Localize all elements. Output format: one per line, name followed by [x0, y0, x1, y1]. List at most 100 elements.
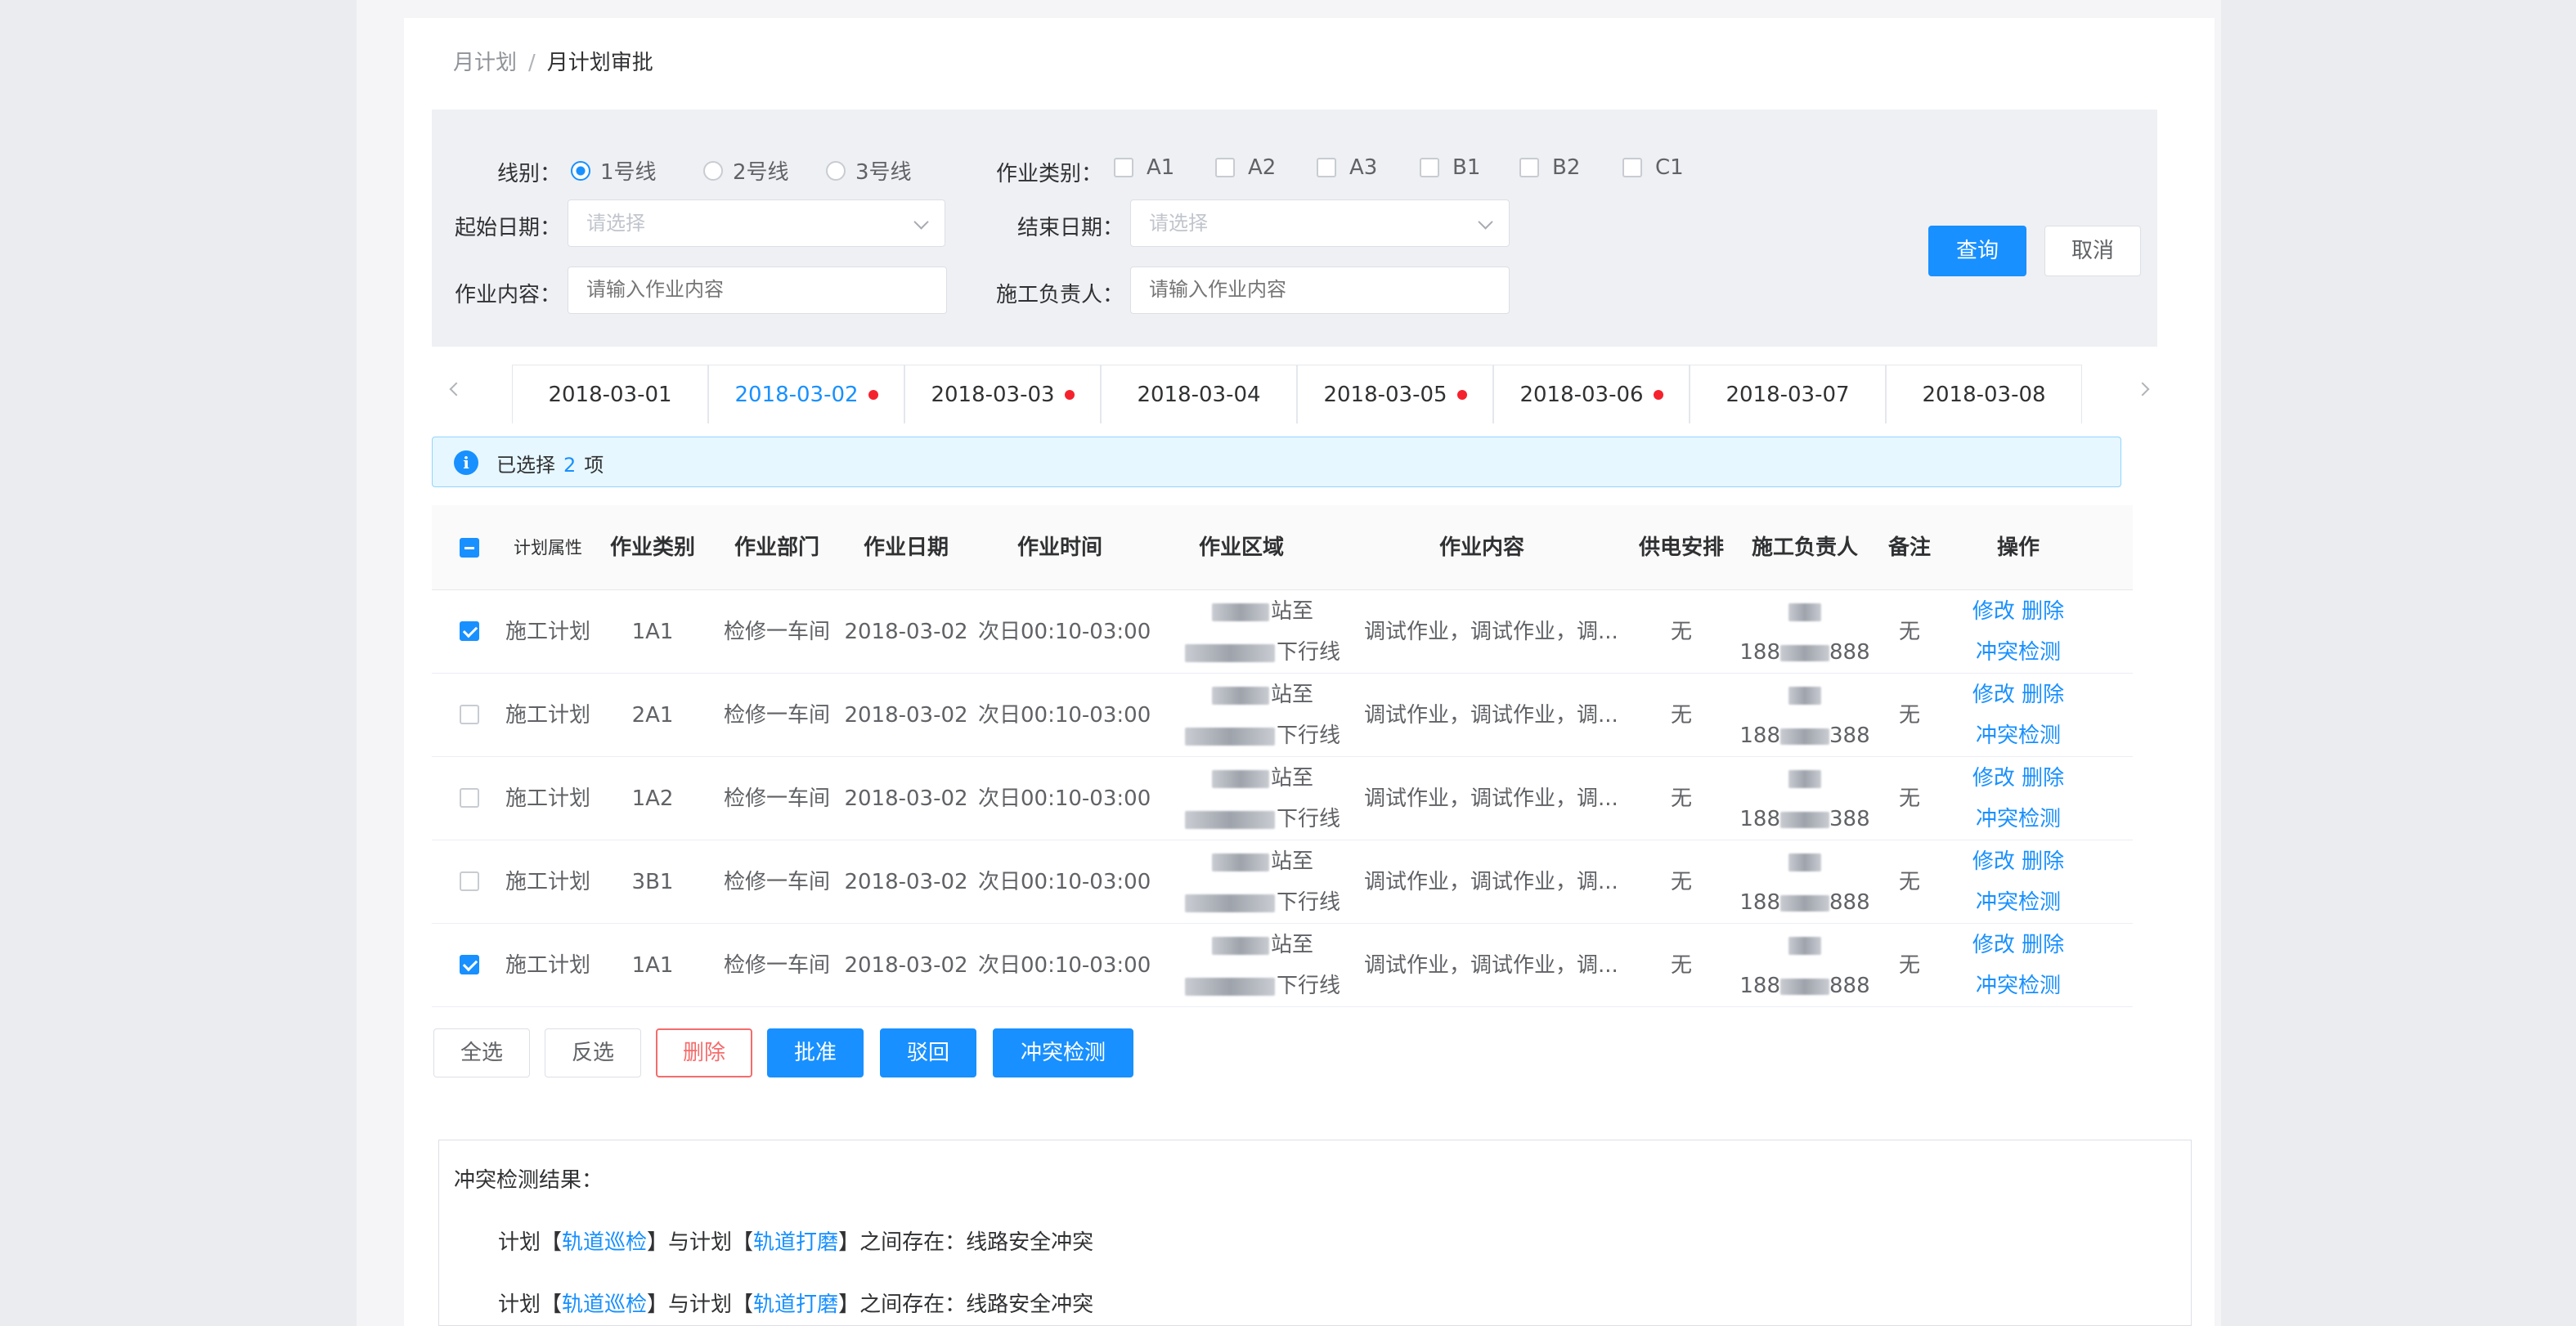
leader-label: 施工负责人：	[996, 283, 1124, 307]
row-checkbox[interactable]	[460, 955, 479, 974]
cell-leader: 188 888	[1737, 590, 1873, 674]
cell-category: 1A1	[631, 953, 674, 978]
redacted-text	[1211, 603, 1269, 621]
plan-link[interactable]: 轨道打磨	[753, 1230, 838, 1255]
category-checkbox-c1[interactable]: C1	[1622, 155, 1684, 180]
redacted-text	[1184, 643, 1275, 662]
marker-dot-icon	[1456, 389, 1467, 400]
cell-actions: 修改 删除冲突检测	[1969, 757, 2067, 840]
line-label: 线别：	[497, 162, 562, 186]
delete-link[interactable]: 删除	[2022, 683, 2064, 707]
category-checkbox-b1[interactable]: B1	[1420, 155, 1480, 180]
date-tab-active[interactable]: 2018-03-02	[708, 365, 904, 423]
edit-link[interactable]: 修改	[1972, 599, 2015, 624]
cell-content: 调试作业，调试作业，调...	[1364, 870, 1618, 894]
col-power: 供电安排	[1638, 535, 1724, 560]
row-checkbox[interactable]	[460, 621, 479, 641]
cell-content: 调试作业，调试作业，调...	[1364, 786, 1618, 811]
cell-remark: 无	[1898, 620, 1920, 644]
category-checkbox-a2[interactable]: A2	[1215, 155, 1276, 180]
date-tab[interactable]: 2018-03-03	[904, 365, 1101, 423]
delete-button[interactable]: 删除	[656, 1028, 752, 1077]
leader-input[interactable]	[1130, 267, 1510, 314]
breadcrumb: 月计划 / 月计划审批	[453, 46, 653, 76]
date-tab[interactable]: 2018-03-04	[1101, 365, 1297, 423]
table-header: 计划属性 作业类别 作业部门 作业日期 作业时间 作业区域 作业内容 供电安排 …	[432, 505, 2133, 590]
edit-link[interactable]: 修改	[1972, 766, 2015, 791]
start-date-label: 起始日期：	[455, 216, 562, 240]
start-date-select[interactable]: 请选择	[568, 199, 945, 247]
cell-remark: 无	[1898, 953, 1920, 978]
cancel-button[interactable]: 取消	[2044, 226, 2141, 276]
cell-power: 无	[1670, 620, 1692, 644]
row-checkbox[interactable]	[460, 705, 479, 724]
delete-link[interactable]: 删除	[2022, 599, 2064, 624]
checkbox-icon	[1317, 158, 1336, 177]
date-tab[interactable]: 2018-03-08	[1886, 365, 2082, 423]
cell-dept: 检修一车间	[723, 870, 830, 894]
redacted-name	[1788, 853, 1821, 871]
col-dept: 作业部门	[734, 535, 819, 560]
edit-link[interactable]: 修改	[1972, 683, 2015, 707]
breadcrumb-parent[interactable]: 月计划	[453, 51, 517, 75]
cell-category: 2A1	[631, 703, 674, 728]
cell-time: 次日00:10-03:00	[978, 620, 1151, 644]
redacted-phone	[1780, 978, 1829, 995]
plan-link[interactable]: 轨道打磨	[753, 1292, 838, 1317]
conflict-check-link[interactable]: 冲突检测	[1976, 723, 2061, 748]
category-checkbox-a1[interactable]: A1	[1114, 155, 1174, 180]
conflict-check-link[interactable]: 冲突检测	[1976, 807, 2061, 831]
row-checkbox[interactable]	[460, 788, 479, 808]
reject-button[interactable]: 驳回	[880, 1028, 976, 1077]
edit-link[interactable]: 修改	[1972, 849, 2015, 874]
date-tab[interactable]: 2018-03-05	[1297, 365, 1493, 423]
conflict-check-link[interactable]: 冲突检测	[1976, 890, 2061, 915]
delete-link[interactable]: 删除	[2022, 849, 2064, 874]
row-checkbox[interactable]	[460, 871, 479, 891]
line-radio-3[interactable]: 3号线	[826, 155, 912, 186]
delete-link[interactable]: 删除	[2022, 766, 2064, 791]
approve-button[interactable]: 批准	[767, 1028, 864, 1077]
cell-content: 调试作业，调试作业，调...	[1364, 620, 1618, 644]
line-radio-2[interactable]: 2号线	[703, 155, 789, 186]
query-button[interactable]: 查询	[1928, 226, 2026, 276]
conflict-check-button[interactable]: 冲突检测	[993, 1028, 1133, 1077]
marker-dot-icon	[1064, 389, 1075, 400]
select-all-checkbox[interactable]	[460, 538, 479, 558]
cell-actions: 修改 删除冲突检测	[1969, 924, 2067, 1007]
conflict-check-link[interactable]: 冲突检测	[1976, 640, 2061, 665]
category-checkbox-a3[interactable]: A3	[1317, 155, 1377, 180]
cell-content: 调试作业，调试作业，调...	[1364, 953, 1618, 978]
date-tab[interactable]: 2018-03-01	[512, 365, 708, 423]
redacted-text	[1211, 686, 1269, 705]
redacted-name	[1788, 936, 1821, 955]
end-date-select[interactable]: 请选择	[1130, 199, 1510, 247]
edit-link[interactable]: 修改	[1972, 933, 2015, 957]
invert-selection-button[interactable]: 反选	[545, 1028, 641, 1077]
conflict-check-link[interactable]: 冲突检测	[1976, 974, 2061, 998]
plan-link[interactable]: 轨道巡检	[562, 1230, 647, 1255]
date-tab[interactable]: 2018-03-06	[1493, 365, 1690, 423]
cell-power: 无	[1670, 703, 1692, 728]
cell-remark: 无	[1898, 703, 1920, 728]
content-input[interactable]	[568, 267, 947, 314]
chevron-down-icon	[913, 214, 929, 230]
alert-prefix: 已选择	[496, 454, 555, 477]
table-row: 施工计划 1A2 检修一车间 2018-03-02 次日00:10-03:00 站至 下行线…	[432, 757, 2133, 840]
category-checkbox-b2[interactable]: B2	[1519, 155, 1580, 180]
plan-link[interactable]: 轨道巡检	[562, 1292, 647, 1317]
checkbox-icon	[1114, 158, 1133, 177]
line-radio-1[interactable]: 1号线	[571, 155, 657, 186]
select-all-button[interactable]: 全选	[433, 1028, 530, 1077]
col-date: 作业日期	[863, 535, 949, 560]
cell-content: 调试作业，调试作业，调...	[1364, 703, 1618, 728]
col-area: 作业区域	[1198, 535, 1284, 560]
cell-dept: 检修一车间	[723, 703, 830, 728]
alert-suffix: 项	[584, 454, 604, 477]
table-row: 施工计划 1A1 检修一车间 2018-03-02 次日00:10-03:00 站至 下行线…	[432, 924, 2133, 1007]
redacted-phone	[1780, 811, 1829, 828]
date-tab[interactable]: 2018-03-07	[1690, 365, 1886, 423]
cell-time: 次日00:10-03:00	[978, 703, 1151, 728]
checkbox-icon	[1215, 158, 1235, 177]
delete-link[interactable]: 删除	[2022, 933, 2064, 957]
